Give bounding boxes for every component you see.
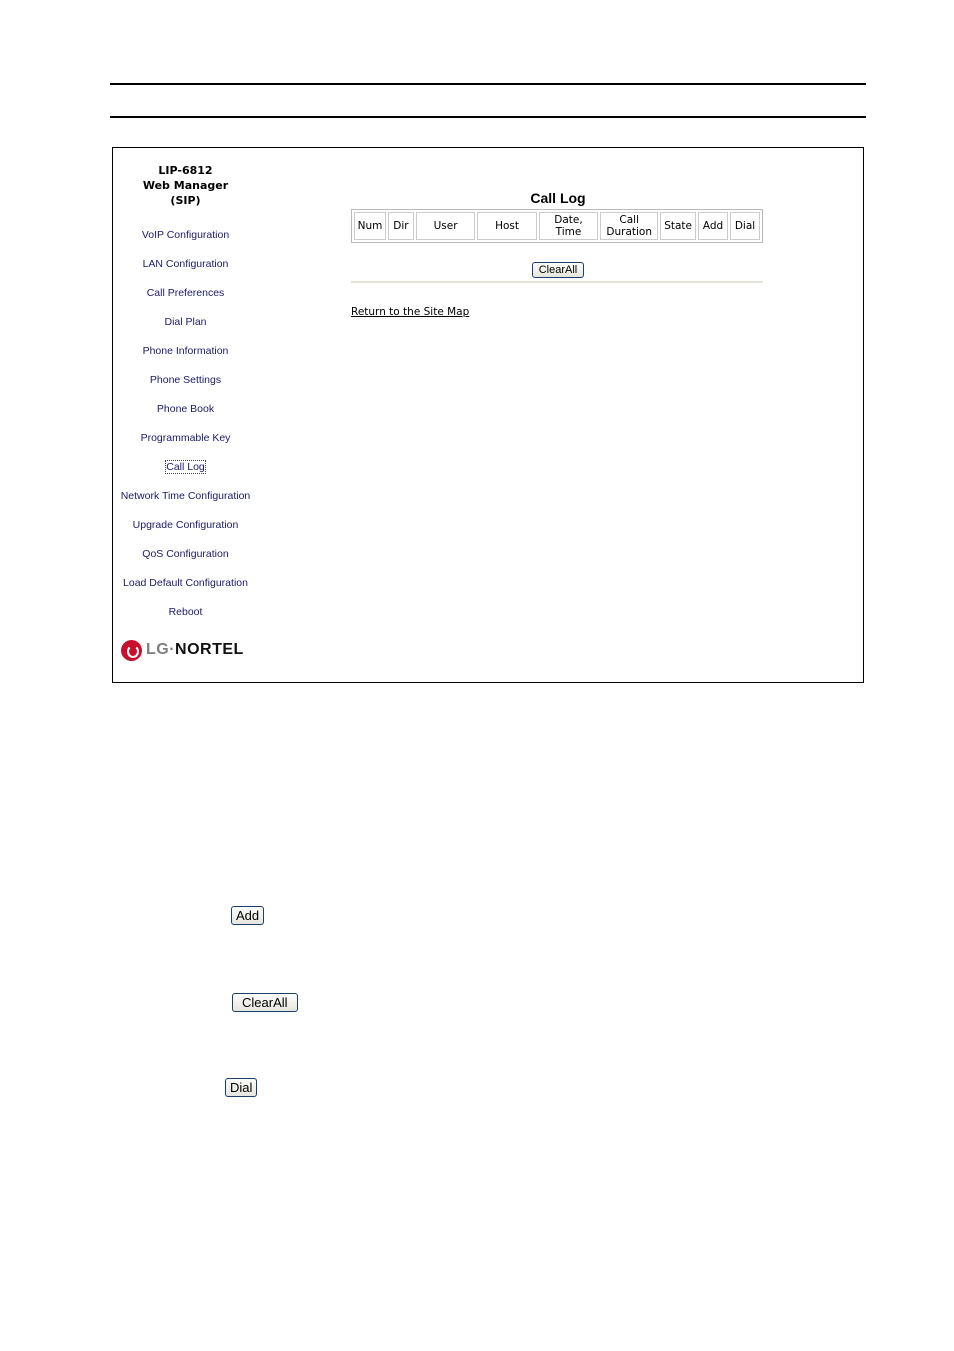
sidebar-item-label: QoS Configuration [142,548,229,560]
sidebar-item-label: Network Time Configuration [120,490,251,502]
logo-text: LG·NORTEL [146,641,244,659]
sidebar-item-voip-configuration[interactable]: VoIP Configuration [113,229,258,241]
clear-all-button[interactable]: ClearAll [531,262,585,278]
sidebar-item-label: Phone Book [156,403,215,415]
sidebar-item-label: Reboot [168,606,203,618]
web-manager-screenshot: LIP-6812 Web Manager (SIP) VoIP Configur… [112,147,864,683]
call-log-table: Num Dir User Host Date, Time Call Duration… [351,209,763,243]
dial-button-illustration[interactable]: Dial [225,1078,258,1097]
sidebar-item-label: Call Preferences [146,287,225,299]
sidebar-item-label: LAN Configuration [142,258,229,270]
column-header-text: Dial [734,220,756,232]
sidebar-item-label: Load Default Configuration [123,577,248,589]
page-title: Call Log [530,190,586,206]
return-to-site-map-link[interactable]: Return to the Site Map [351,306,469,318]
app-title-name: Web Manager [142,179,229,192]
column-header-text: Num [357,220,383,232]
table-header-row: Num Dir User Host Date, Time Call Duration… [354,212,760,240]
sidebar-item-reboot[interactable]: Reboot [113,606,258,618]
add-button-illustration[interactable]: Add [231,906,265,925]
lg-logo-icon [121,639,142,661]
sidebar-item-call-preferences[interactable]: Call Preferences [113,287,258,299]
column-header-text: State [664,220,693,232]
column-header-host: Host [477,212,537,240]
sidebar-item-network-time-configuration[interactable]: Network Time Configuration [113,490,258,502]
logo-nortel-text: NORTEL [175,641,244,658]
sidebar-item-label: Upgrade Configuration [132,519,239,531]
divider [351,281,763,283]
sidebar-item-qos-configuration[interactable]: QoS Configuration [113,548,258,560]
sidebar-item-label: VoIP Configuration [141,229,230,241]
sidebar-item-dial-plan[interactable]: Dial Plan [113,316,258,328]
column-header-text: Dir [393,220,409,232]
column-header-text: Host [495,220,519,232]
column-header-user: User [415,212,476,240]
column-header-dir: Dir [387,212,414,240]
column-header-state: State [660,212,697,240]
sidebar-item-upgrade-configuration[interactable]: Upgrade Configuration [113,519,258,531]
column-header-text: Date, [554,214,583,226]
sidebar-item-programmable-key[interactable]: Programmable Key [113,432,258,444]
sidebar-item-phone-settings[interactable]: Phone Settings [113,374,258,386]
sidebar-item-label: Call Log [165,460,206,474]
app-title-protocol: (SIP) [170,194,201,207]
sidebar-item-label: Phone Information [142,345,229,357]
sidebar-item-label: Phone Settings [149,374,222,386]
column-header-call-duration: Call Duration [600,212,659,240]
sidebar-item-call-log[interactable]: Call Log [113,460,258,474]
lg-nortel-logo: LG·NORTEL [121,638,244,662]
app-title: LIP-6812 Web Manager (SIP) [113,163,258,208]
column-header-text: Duration [606,226,652,238]
column-header-text: Call [619,214,639,226]
clear-all-wrapper: ClearAll [351,258,765,278]
column-header-date-time: Date, Time [538,212,599,240]
column-header-text: Add [702,220,724,232]
logo-lg-text: LG [146,641,170,658]
column-header-num: Num [354,212,386,240]
sidebar-item-lan-configuration[interactable]: LAN Configuration [113,258,258,270]
sidebar-item-label: Programmable Key [140,432,231,444]
header-rule-top [110,83,866,85]
app-title-model: LIP-6812 [158,164,213,177]
sidebar-item-phone-information[interactable]: Phone Information [113,345,258,357]
header-rule-bottom [110,116,866,118]
column-header-text: User [433,220,458,232]
sidebar-item-label: Dial Plan [164,316,207,328]
clearall-button-illustration[interactable]: ClearAll [232,993,298,1012]
column-header-text: Time [555,226,582,238]
column-header-add: Add [698,212,729,240]
sidebar-item-phone-book[interactable]: Phone Book [113,403,258,415]
sidebar-item-load-default-configuration[interactable]: Load Default Configuration [113,577,258,589]
column-header-dial: Dial [730,212,760,240]
